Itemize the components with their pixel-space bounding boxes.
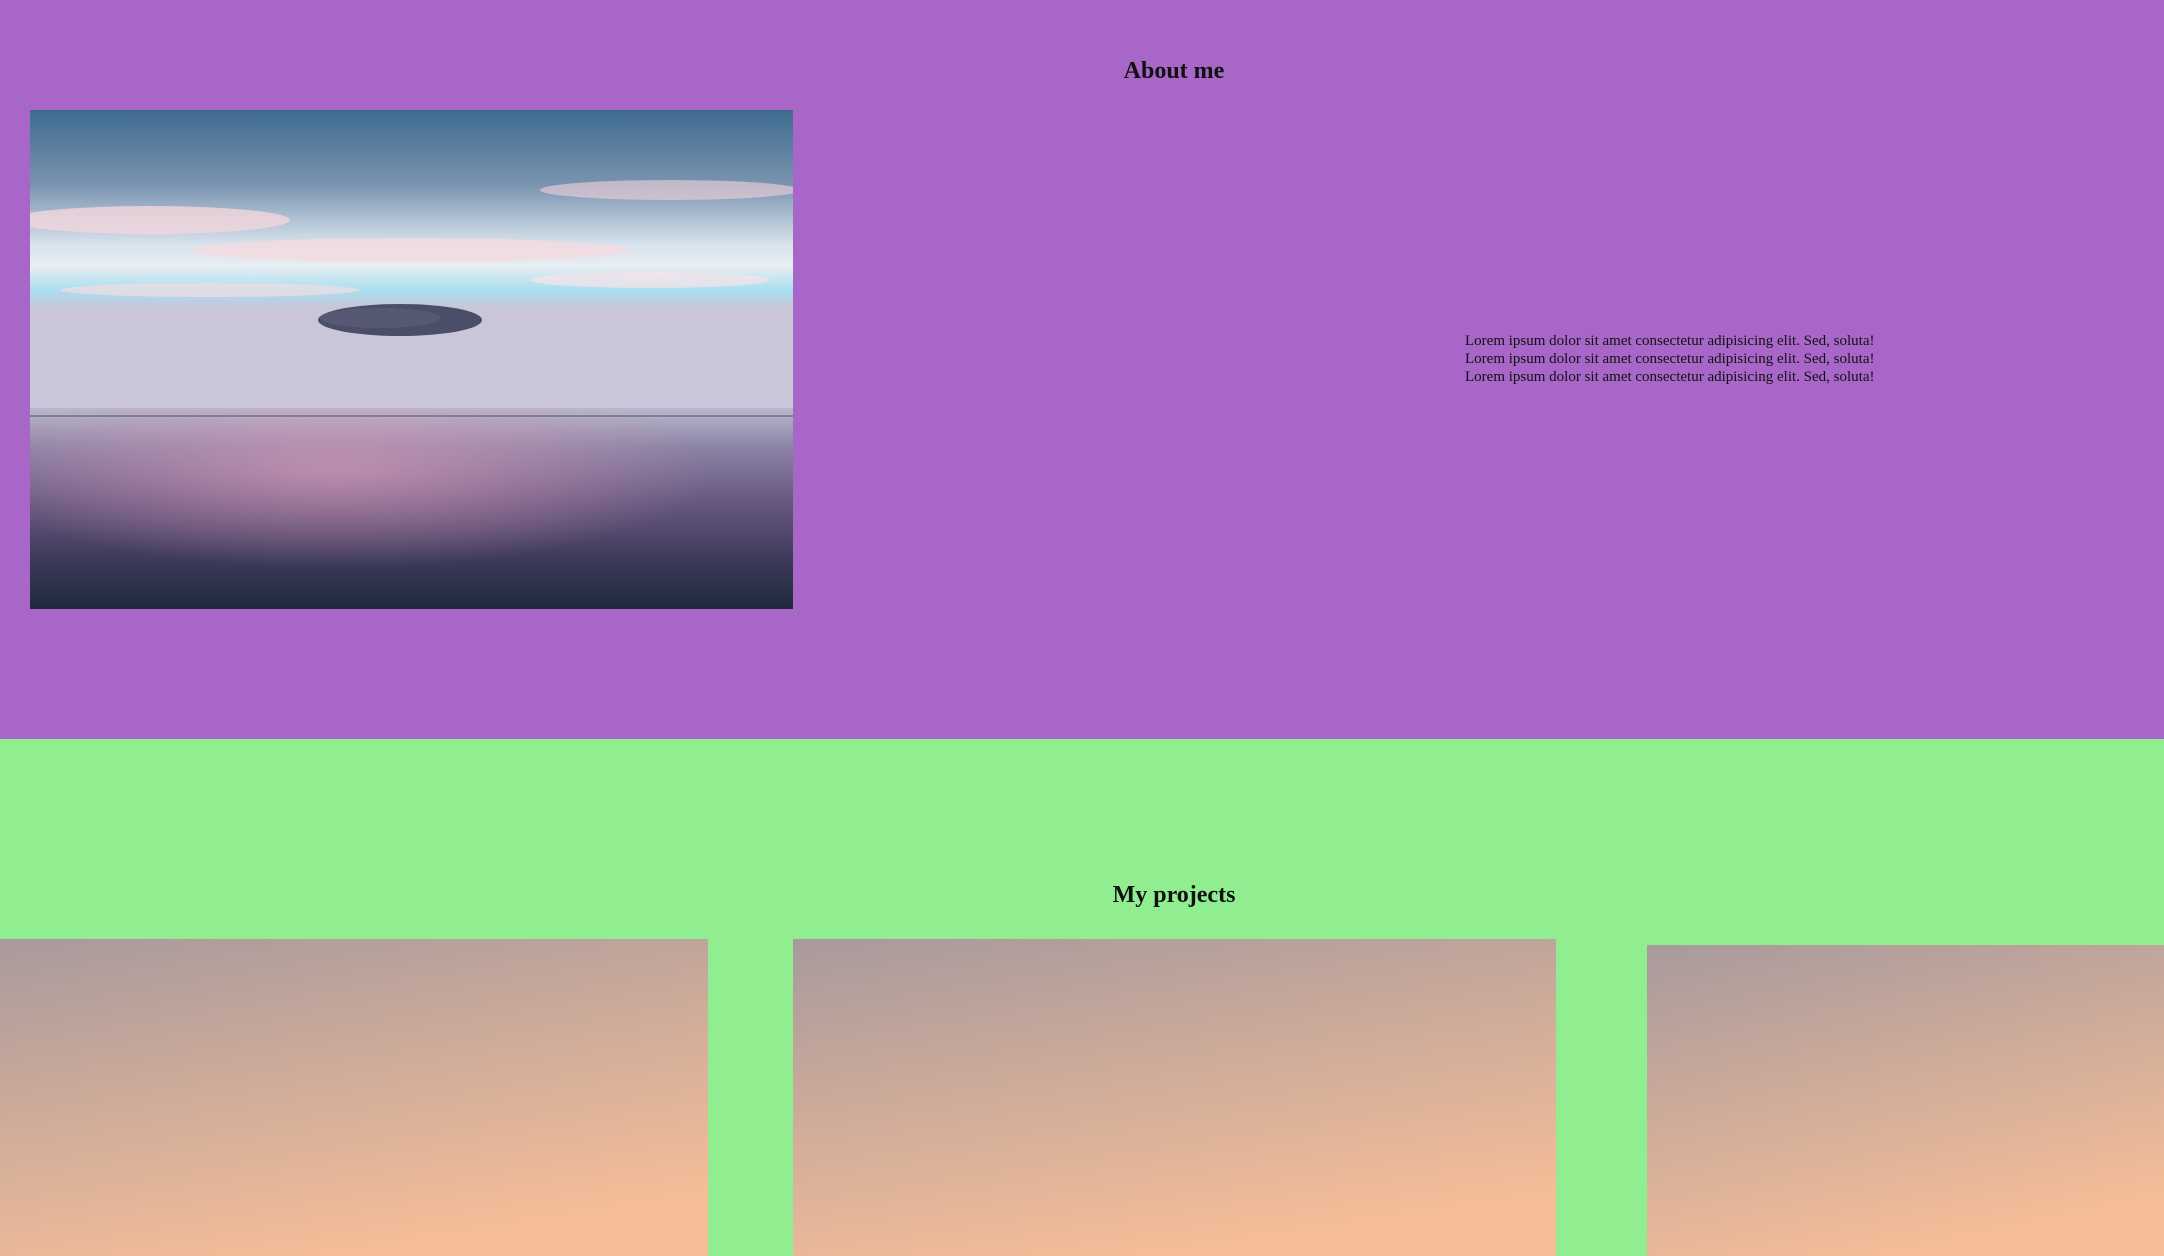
about-paragraph: Lorem ipsum dolor sit amet consectetur a… <box>1465 369 1875 385</box>
project-card[interactable] <box>0 939 708 1256</box>
project-card[interactable] <box>1647 945 2164 1256</box>
about-heading: About me <box>1123 58 1225 84</box>
project-card[interactable] <box>793 939 1556 1256</box>
about-section: About me Lorem ipsum dolor sit amet cons… <box>0 0 2164 739</box>
ocean-sunset-photo <box>30 110 793 609</box>
projects-section: My projects <box>0 739 2164 1256</box>
projects-heading: My projects <box>1112 882 1236 908</box>
about-paragraph: Lorem ipsum dolor sit amet consectetur a… <box>1465 351 1875 367</box>
about-description: Lorem ipsum dolor sit amet consectetur a… <box>1465 332 1985 386</box>
about-paragraph: Lorem ipsum dolor sit amet consectetur a… <box>1465 333 1875 349</box>
